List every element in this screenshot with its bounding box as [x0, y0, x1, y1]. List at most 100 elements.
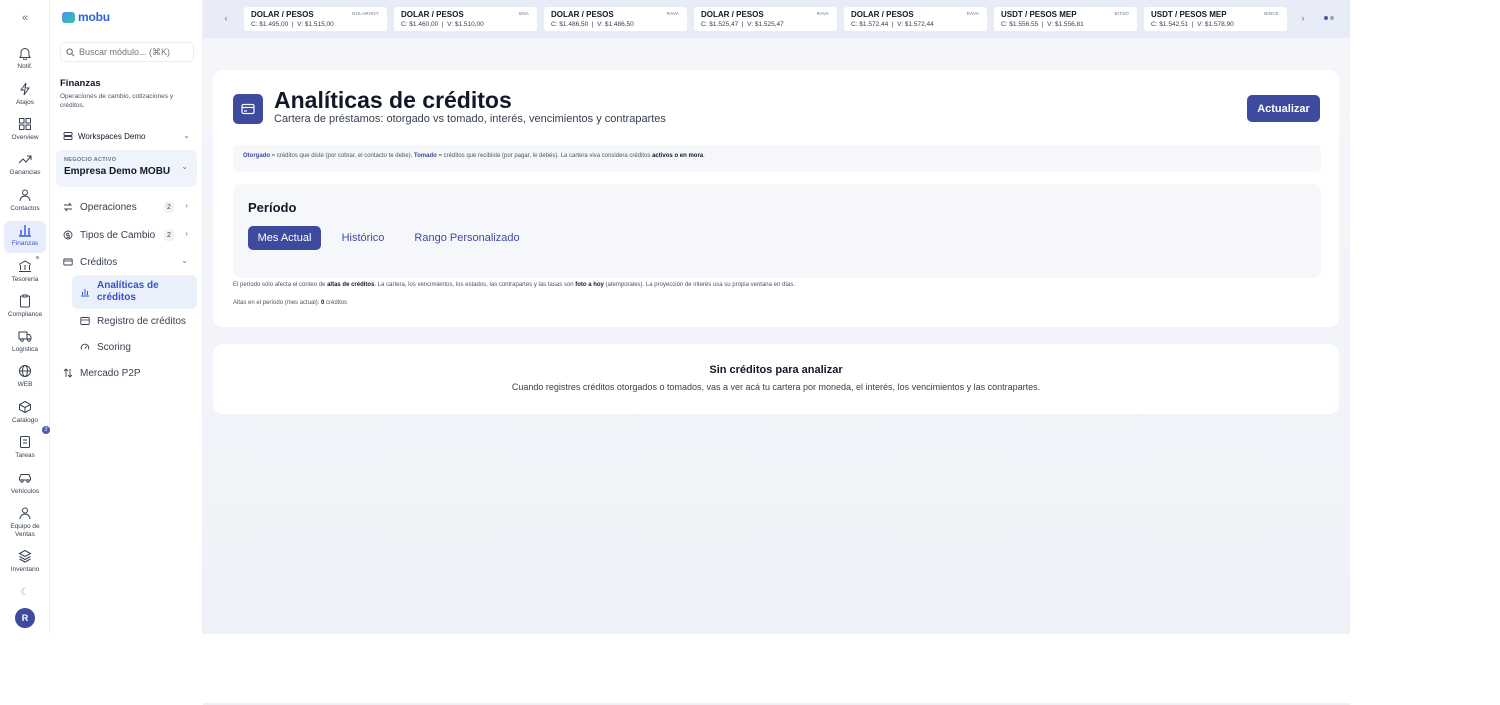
dark-mode-icon[interactable]: ☾: [19, 587, 31, 599]
section-title: Finanzas: [60, 78, 101, 89]
buy-value: C: $1.556,55: [1001, 21, 1039, 28]
rail-label: Finanzas: [11, 240, 39, 247]
tab-mes-actual[interactable]: Mes Actual: [248, 226, 321, 250]
credit-card-icon: [63, 258, 73, 266]
avatar[interactable]: R: [15, 608, 35, 628]
rail-item-overview[interactable]: Overview: [4, 115, 46, 147]
clipboard-icon: [20, 294, 30, 308]
workspace-selector[interactable]: Workspaces Demo ⌄: [60, 128, 194, 144]
nav-label: Analíticas de créditos: [97, 280, 159, 303]
rail-item-catálogo[interactable]: Catálogo: [4, 398, 46, 430]
tesoreria-dot: [36, 256, 39, 259]
grid-icon: [19, 118, 31, 130]
search-input[interactable]: [79, 47, 189, 57]
section-description: Operaciones de cambio, cotizaciones y cr…: [60, 93, 174, 109]
rate-card[interactable]: DOLAR / PESOS RAVA C: $1.486,50 | V: $1.48…: [544, 7, 687, 31]
rate-card[interactable]: DOLAR / PESOS RAVA C: $1.572,44 | V: $1.57…: [844, 7, 987, 31]
rail-item-vehículos[interactable]: Vehículos: [4, 469, 46, 501]
tomado-label: Tomado: [413, 153, 437, 159]
note-text: créditos: [324, 300, 348, 306]
rail-item-contactos[interactable]: Contactos: [4, 186, 46, 218]
tasks-badge: 2: [42, 426, 50, 434]
rate-pair: USDT / PESOS MEP: [1151, 10, 1227, 19]
rate-values: C: $1.556,55 | V: $1.556,81: [1001, 21, 1084, 28]
nav-operaciones[interactable]: Operaciones 2 ›: [60, 198, 196, 216]
rail-item-finanzas[interactable]: Finanzas: [4, 221, 46, 253]
sidebar: mobu Finanzas Operaciones de cambio, cot…: [50, 0, 203, 634]
legend-end: .: [703, 153, 705, 159]
buy-value: C: $1.495,00: [251, 21, 289, 28]
legend-text: = créditos que recibiste (por pagar, le …: [436, 153, 653, 159]
collapse-icon[interactable]: «: [17, 10, 33, 26]
truck-icon: [18, 331, 32, 342]
rate-values: C: $1.525,47 | V: $1.525,47: [701, 21, 784, 28]
chevron-right-icon[interactable]: ›: [1297, 13, 1309, 25]
rail-item-ganancias[interactable]: Ganancias: [4, 150, 46, 182]
sell-value: V: $1.578,90: [1197, 21, 1234, 28]
server-icon: [63, 132, 73, 140]
active-business-card[interactable]: NEGOCIO ACTIVO Empresa Demo MOBU ⌄: [56, 150, 197, 187]
rail-label: Equipo de Ventas: [10, 523, 40, 538]
rate-pair: USDT / PESOS MEP: [1001, 10, 1077, 19]
nav-registro-creditos[interactable]: Registro de créditos: [72, 312, 197, 330]
rail-label: Tareas: [15, 452, 35, 459]
tab-rango-personalizado[interactable]: Rango Personalizado: [405, 226, 529, 250]
ticker-pagination[interactable]: [1324, 16, 1336, 22]
rail-item-compliance[interactable]: Compliance: [4, 292, 46, 324]
rail-item-tareas[interactable]: Tareas: [4, 433, 46, 465]
rail-item-web[interactable]: WEB: [4, 362, 46, 394]
rate-values: C: $1.572,44 | V: $1.572,44: [851, 21, 934, 28]
tab-historico[interactable]: Histórico: [333, 226, 393, 250]
buy-value: C: $1.572,44: [851, 21, 889, 28]
bank-icon: [18, 260, 32, 272]
rate-source: BINCE: [1264, 11, 1279, 16]
rail-label: Ganancias: [9, 169, 41, 176]
search-box[interactable]: [60, 42, 194, 62]
note-bold: foto a hoy: [575, 282, 604, 288]
swap-icon: [63, 368, 73, 378]
rail-label: Contactos: [10, 205, 40, 212]
nav-scoring[interactable]: Scoring: [72, 338, 197, 356]
rail-item-equipo-de-ventas[interactable]: Equipo de Ventas: [4, 504, 46, 544]
rail-item-notif-[interactable]: Notif.: [4, 44, 46, 76]
page-subtitle: Cartera de préstamos: otorgado vs tomado…: [274, 113, 666, 125]
legend-bar: Otorgado = créditos que diste (por cobra…: [233, 145, 1321, 172]
rate-card[interactable]: USDT / PESOS MEP BINCE C: $1.542,51 | V: $…: [1144, 7, 1287, 31]
nav-tipos-de-cambio[interactable]: Tipos de Cambio 2 ›: [60, 226, 196, 244]
rail-label: Catálogo: [11, 417, 39, 424]
sell-value: V: $1.510,00: [447, 21, 484, 28]
rate-card[interactable]: DOLAR / PESOS RAVA C: $1.525,47 | V: $1.52…: [694, 7, 837, 31]
logo[interactable]: mobu: [62, 10, 110, 24]
chevron-right-icon: ›: [185, 229, 188, 238]
rail-item-inventario[interactable]: Inventario: [4, 547, 46, 579]
rate-card[interactable]: DOLAR / PESOS DOLARHOY C: $1.495,00 | V: $…: [244, 7, 387, 31]
business-name: Empresa Demo MOBU: [64, 166, 171, 177]
rate-values: C: $1.495,00 | V: $1.515,00: [251, 21, 334, 28]
nav-creditos[interactable]: Créditos ⌄: [60, 253, 196, 271]
rate-source: RAVA: [966, 11, 979, 16]
rail-item-logística[interactable]: Logística: [4, 327, 46, 359]
rail-label: Vehículos: [10, 488, 40, 495]
rate-values: C: $1.460,00 | V: $1.510,00: [401, 21, 484, 28]
period-title: Período: [248, 200, 297, 215]
rail-item-tesorería[interactable]: Tesorería: [4, 257, 46, 289]
chevron-left-icon[interactable]: ‹: [220, 13, 232, 25]
logo-mark-icon: [62, 11, 75, 23]
rail-item-atajos[interactable]: Atajos: [4, 80, 46, 112]
note-text: . La cartera, los vencimientos, los esta…: [374, 282, 576, 288]
trend-up-icon: [18, 155, 32, 164]
rate-values: C: $1.486,50 | V: $1.486,50: [551, 21, 634, 28]
rail-label: Notif.: [17, 63, 33, 70]
note-text: Altas en el período (mes actual):: [233, 300, 322, 306]
refresh-button[interactable]: Actualizar: [1247, 95, 1320, 122]
chevron-down-icon: ⌄: [183, 131, 190, 140]
rate-pair: DOLAR / PESOS: [701, 10, 764, 19]
rate-card[interactable]: DOLAR / PESOS BNA C: $1.460,00 | V: $1.510…: [394, 7, 537, 31]
nav-label: Créditos: [80, 256, 118, 268]
nav-analiticas-creditos[interactable]: Analíticas de créditos: [72, 275, 197, 309]
rail-label: Logística: [11, 346, 39, 353]
nav-mercado-p2p[interactable]: Mercado P2P: [60, 364, 196, 382]
rate-card[interactable]: USDT / PESOS MEP BITSO C: $1.556,55 | V: $…: [994, 7, 1137, 31]
buy-value: C: $1.460,00: [401, 21, 439, 28]
rate-pair: DOLAR / PESOS: [401, 10, 464, 19]
